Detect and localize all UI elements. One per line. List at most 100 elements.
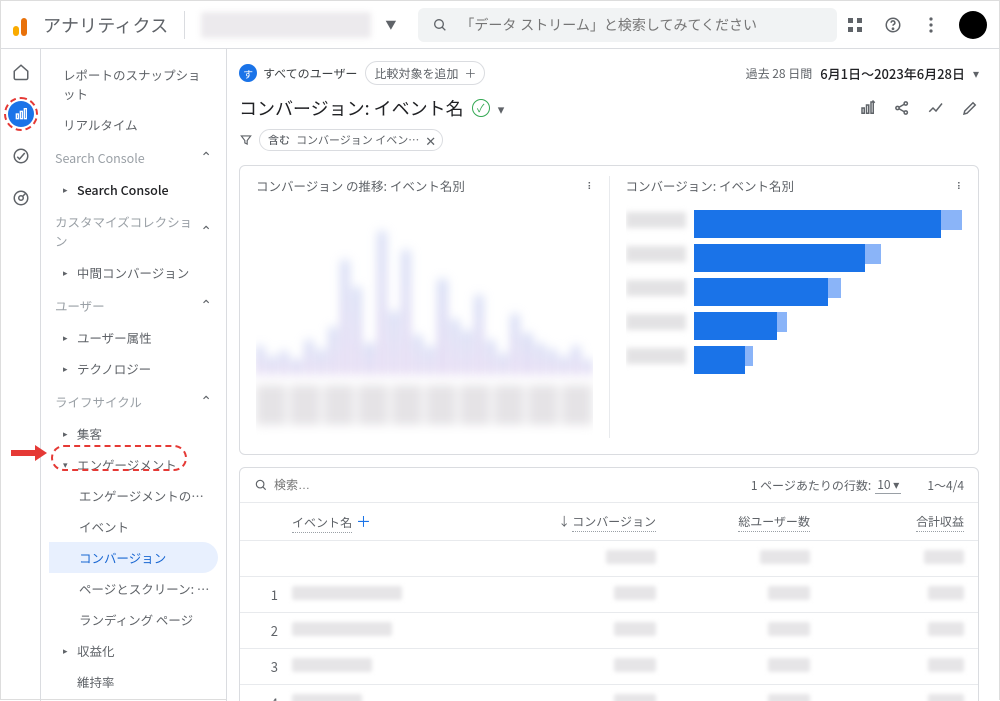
sidebar-item-technology[interactable]: ▸テクノロジー — [49, 353, 218, 384]
sidebar-sub-events[interactable]: イベント — [49, 511, 218, 542]
page-range: 1～4/4 — [927, 477, 964, 494]
table-search-input[interactable] — [274, 478, 394, 492]
caret-icon: ▸ — [63, 427, 71, 440]
filter-include-label: 含む — [268, 132, 290, 148]
label: レポートのスナップショット — [63, 65, 212, 103]
table-toolbar: 1 ページあたりの行数: 10 ▾ 1～4/4 — [240, 468, 978, 502]
sidebar-item-mid-conversion[interactable]: ▸中間コンバージョン — [49, 257, 218, 288]
nav-rail — [1, 49, 41, 701]
header-actions — [845, 11, 987, 39]
check-badge-icon[interactable]: ✓ — [472, 99, 490, 117]
insights-icon[interactable] — [927, 99, 945, 117]
chevron-down-icon[interactable]: ▾ — [498, 99, 505, 118]
table-row[interactable]: 4 — [240, 684, 978, 701]
close-icon[interactable]: ✕ — [425, 131, 436, 150]
sidebar-sub-landing[interactable]: ランディング ページ — [49, 604, 218, 635]
events-table-card: 1 ページあたりの行数: 10 ▾ 1～4/4 イベント名＋ ↓コンバージョン … — [239, 467, 979, 701]
sidebar-sub-pages[interactable]: ページとスクリーン: ページ … — [49, 573, 218, 604]
sidebar-item-monetization[interactable]: ▸収益化 — [49, 635, 218, 666]
col-conversions[interactable]: ↓コンバージョン — [502, 513, 656, 530]
sidebar-item-engagement[interactable]: ▾エンゲージメント — [49, 449, 218, 480]
search-input[interactable] — [460, 17, 823, 33]
chevron-up-icon: ⌃ — [200, 295, 212, 315]
col-event-name[interactable]: イベント名＋ — [292, 511, 502, 532]
chart-more-icon[interactable]: ⠇ — [583, 174, 598, 197]
section-user[interactable]: ユーザー⌃ — [49, 288, 218, 322]
chart-more-icon[interactable]: ⠇ — [953, 174, 968, 197]
share-icon[interactable] — [893, 99, 911, 117]
sidebar-item-user-attr[interactable]: ▸ユーザー属性 — [49, 322, 218, 353]
sidebar-realtime[interactable]: リアルタイム — [49, 109, 218, 140]
caret-icon: ▸ — [63, 644, 71, 657]
explore-icon[interactable] — [8, 143, 34, 169]
col-users[interactable]: 総ユーザー数 — [656, 513, 810, 530]
page-title-row: コンバージョン: イベント名 ✓ ▾ — [239, 95, 979, 121]
label: リアルタイム — [63, 115, 138, 134]
chip-label: 比較対象を追加 — [374, 65, 458, 82]
rows-per-value[interactable]: 10 ▾ — [875, 476, 901, 494]
caret-icon: ▸ — [63, 266, 71, 279]
charts-card: コンバージョン の推移: イベント名別 ⠇ コンバージョン: イベント名別 ⠇ — [239, 165, 979, 455]
overflow-icon[interactable] — [921, 15, 941, 35]
table-row[interactable]: 1 — [240, 576, 978, 612]
chevron-up-icon: ⌃ — [200, 221, 212, 241]
table-search[interactable] — [254, 478, 743, 492]
section-search-console[interactable]: Search Console⌃ — [49, 140, 218, 174]
avatar[interactable] — [959, 11, 987, 39]
search-box[interactable] — [418, 8, 837, 42]
search-icon — [432, 17, 448, 33]
sidebar-snapshot[interactable]: レポートのスナップショット — [49, 59, 218, 109]
row-number: 3 — [254, 657, 278, 676]
caret-icon: ▸ — [63, 331, 71, 344]
search-icon — [254, 478, 268, 492]
plus-icon[interactable]: ＋ — [356, 511, 371, 532]
bar-chart: コンバージョン: イベント名別 ⠇ — [609, 176, 979, 438]
plus-icon: ＋ — [464, 65, 476, 82]
date-prefix: 過去 28 日間 — [746, 65, 813, 82]
sort-down-icon: ↓ — [558, 513, 570, 530]
rows-per-label: 1 ページあたりの行数: — [751, 477, 871, 494]
date-value: 6月1日～2023年6月28日 — [820, 64, 965, 83]
sidebar-item-search-console[interactable]: ▸Search Console — [49, 174, 218, 205]
row-number: 1 — [254, 585, 278, 604]
date-range[interactable]: 過去 28 日間 6月1日～2023年6月28日 ▾ — [746, 64, 979, 83]
app-header: アナリティクス ▼ — [1, 1, 999, 49]
table-summary-row — [240, 540, 978, 576]
table-row[interactable]: 2 — [240, 612, 978, 648]
caret-icon: ▸ — [63, 183, 71, 196]
product-name: アナリティクス — [43, 12, 168, 38]
chip-add-comparison[interactable]: 比較対象を追加 ＋ — [365, 61, 485, 85]
page-title: コンバージョン: イベント名 — [239, 95, 464, 121]
apps-icon[interactable] — [845, 15, 865, 35]
filter-chip[interactable]: 含む コンバージョン イベン… ✕ — [259, 129, 443, 151]
help-icon[interactable] — [883, 15, 903, 35]
chevron-down-icon: ▾ — [973, 65, 979, 82]
reports-sidebar: レポートのスナップショット リアルタイム Search Console⌃ ▸Se… — [41, 49, 227, 701]
section-custom[interactable]: カスタマイズコレクション⌃ — [49, 205, 218, 257]
ga-logo-icon — [13, 14, 35, 36]
chevron-up-icon: ⌃ — [200, 391, 212, 411]
main-content: す すべてのユーザー 比較対象を追加 ＋ 過去 28 日間 6月1日～2023年… — [227, 49, 999, 701]
section-lifecycle[interactable]: ライフサイクル⌃ — [49, 384, 218, 418]
home-icon[interactable] — [8, 59, 34, 85]
advertising-icon[interactable] — [8, 185, 34, 211]
filter-icon[interactable] — [239, 133, 253, 147]
sidebar-item-acquisition[interactable]: ▸集客 — [49, 418, 218, 449]
filter-value: コンバージョン イベン… — [296, 132, 419, 148]
chip-all-users[interactable]: す すべてのユーザー — [239, 64, 357, 82]
table-row[interactable]: 3 — [240, 648, 978, 684]
sidebar-sub-overview[interactable]: エンゲージメントの概要 — [49, 480, 218, 511]
edit-icon[interactable] — [961, 99, 979, 117]
customize-icon[interactable] — [859, 99, 877, 117]
chevron-down-icon[interactable]: ▼ — [385, 17, 396, 33]
page-actions — [859, 99, 979, 117]
filter-row: 含む コンバージョン イベン… ✕ — [239, 129, 979, 151]
reports-icon[interactable] — [8, 101, 34, 127]
sidebar-item-retention[interactable]: 維持率 — [49, 666, 218, 697]
caret-down-icon: ▾ — [63, 458, 71, 471]
col-revenue[interactable]: 合計収益 — [810, 513, 964, 530]
sidebar-sub-conversions[interactable]: コンバージョン — [49, 542, 218, 573]
rows-per-page: 1 ページあたりの行数: 10 ▾ — [751, 476, 902, 494]
audience-row: す すべてのユーザー 比較対象を追加 ＋ 過去 28 日間 6月1日～2023年… — [239, 61, 979, 85]
property-selector[interactable] — [201, 12, 371, 38]
